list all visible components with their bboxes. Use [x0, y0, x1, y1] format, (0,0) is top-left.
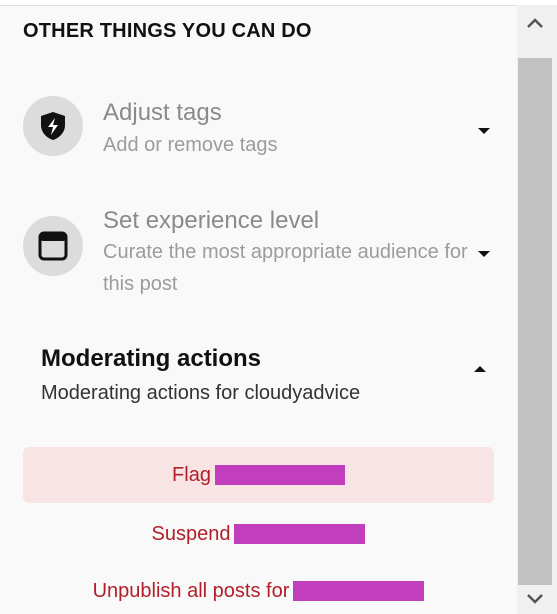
chevron-down-icon[interactable] [478, 251, 490, 257]
icon-circle [23, 216, 83, 276]
flag-user-button[interactable]: Flag [23, 447, 494, 503]
redacted-username [293, 581, 425, 601]
chevron-down-icon [527, 594, 543, 604]
unpublish-posts-button[interactable]: Unpublish all posts for [23, 576, 494, 606]
option-description: Curate the most appropriate audience for… [103, 241, 468, 295]
action-label: Suspend [151, 522, 231, 545]
icon-circle [23, 96, 83, 156]
scrollbar-thumb[interactable] [518, 58, 552, 585]
shield-bolt-icon [41, 112, 65, 140]
action-label: Unpublish all posts for [92, 579, 290, 602]
option-title: Set experience level [103, 207, 320, 234]
action-label: Flag [172, 463, 211, 486]
option-description: Add or remove tags [103, 134, 278, 156]
section-heading: OTHER THINGS YOU CAN DO [23, 20, 312, 42]
redacted-username [234, 524, 366, 544]
experience-level-option[interactable]: Set experience level Curate the most app… [23, 199, 503, 309]
moderating-actions-description: Moderating actions for cloudyadvice [41, 382, 361, 404]
adjust-tags-option[interactable]: Adjust tags Add or remove tags [23, 91, 503, 171]
moderating-actions-title: Moderating actions [41, 345, 262, 372]
other-actions-panel: OTHER THINGS YOU CAN DO Adjust tags Add … [0, 5, 517, 614]
browser-window-icon [38, 231, 68, 261]
suspend-user-button[interactable]: Suspend [23, 519, 494, 549]
chevron-up-icon [527, 18, 543, 28]
option-title: Adjust tags [103, 99, 222, 126]
scrollbar[interactable] [517, 5, 557, 614]
scroll-down-button[interactable] [517, 585, 553, 613]
chevron-up-icon[interactable] [474, 366, 486, 372]
redacted-username [214, 465, 345, 485]
scroll-up-button[interactable] [517, 9, 553, 37]
chevron-down-icon[interactable] [478, 128, 490, 134]
